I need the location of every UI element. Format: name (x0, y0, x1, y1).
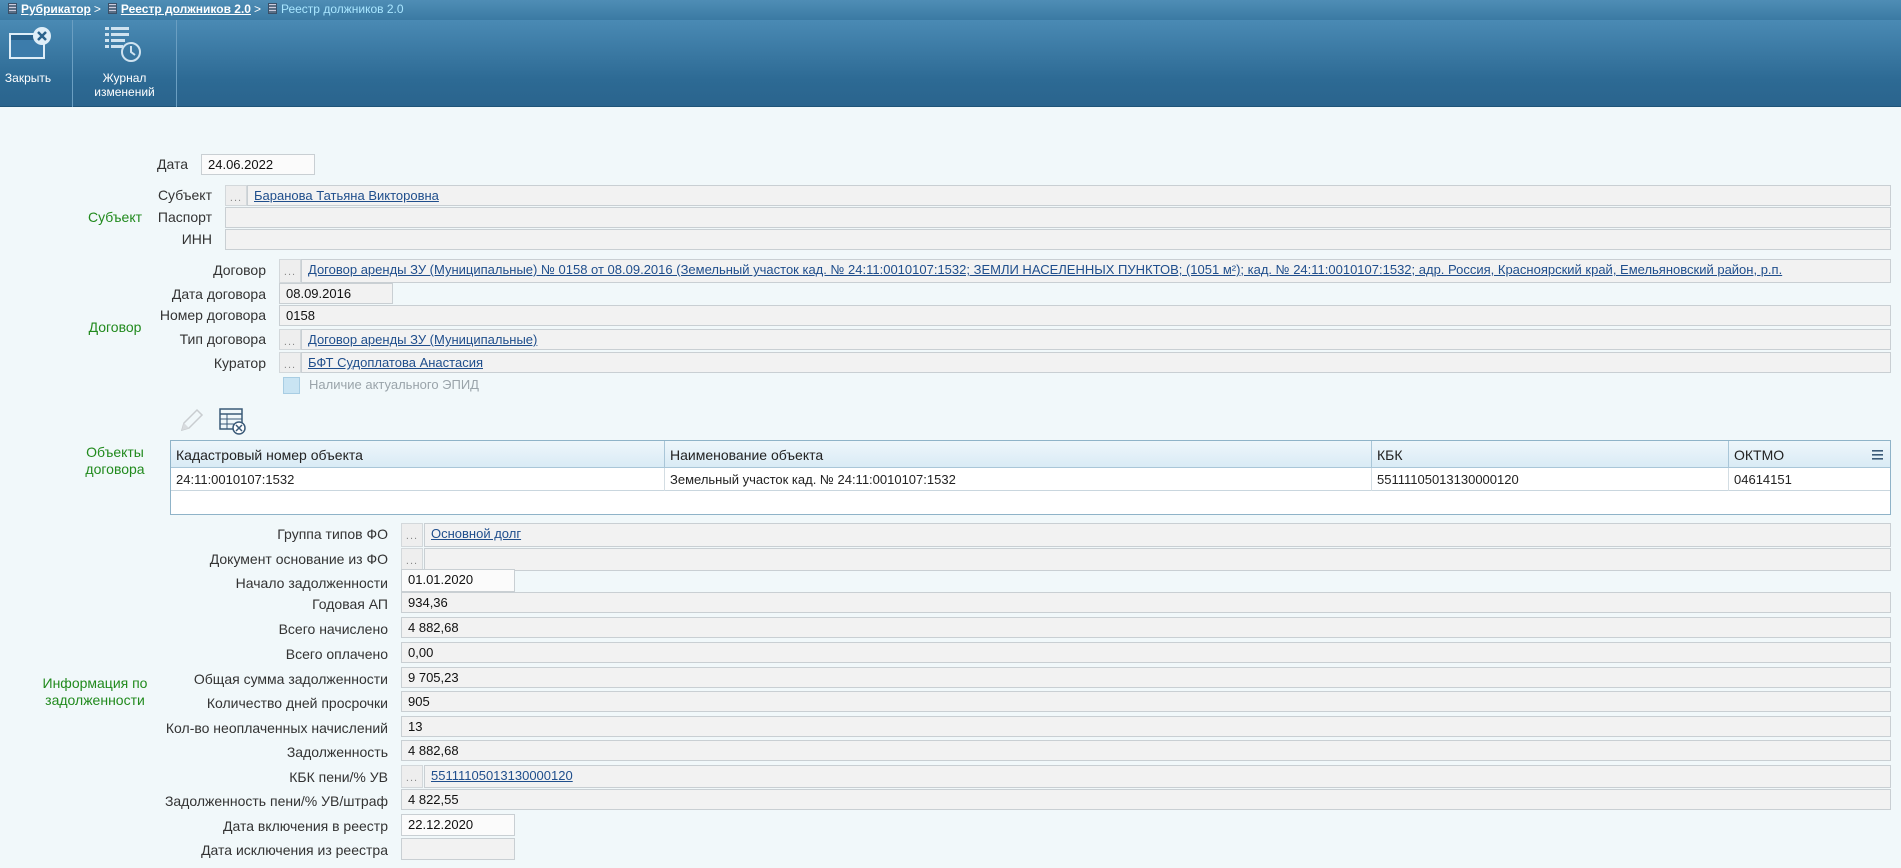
contract-number-label: Номер договора (159, 307, 266, 323)
epid-checkbox[interactable] (283, 377, 300, 394)
fo-group-label: Группа типов ФО (277, 526, 388, 542)
kbk-penalty-link[interactable]: 55111105013130000120 (431, 768, 573, 783)
subject-picker-button[interactable]: ... (225, 185, 247, 206)
delete-table-icon[interactable] (219, 408, 247, 436)
paid-label: Всего оплачено (285, 646, 388, 662)
subject-field[interactable]: Баранова Татьяна Викторовна (247, 185, 1891, 206)
objects-table: Кадастровый номер объекта Наименование о… (170, 440, 1891, 515)
cell-cadastral: 24:11:0010107:1532 (171, 468, 665, 491)
passport-label: Паспорт (157, 209, 212, 225)
epid-label: Наличие актуального ЭПИД (309, 377, 479, 392)
close-button[interactable]: Закрыть (0, 20, 72, 107)
change-log-label-2: изменений (94, 85, 155, 99)
column-header-kbk[interactable]: КБК (1372, 441, 1729, 468)
fo-doc-label: Документ основание из ФО (209, 551, 388, 567)
date-field[interactable]: 24.06.2022 (201, 154, 315, 175)
fo-group-link[interactable]: Основной долг (431, 526, 521, 541)
column-header-oktmo[interactable]: ОКТМО (1729, 441, 1890, 468)
column-header-cadastral[interactable]: Кадастровый номер объекта (171, 441, 665, 468)
breadcrumb-debtors-registry[interactable]: Реестр должников 2.0 (121, 2, 251, 16)
contract-type-label: Тип договора (179, 331, 266, 347)
fo-group-field[interactable]: Основной долг (424, 523, 1891, 547)
curator-field[interactable]: БФТ Судоплатова Анастасия (301, 352, 1891, 373)
breadcrumb-current: Реестр должников 2.0 (280, 2, 404, 16)
paid-field[interactable]: 0,00 (401, 642, 1891, 663)
contract-date-label: Дата договора (171, 286, 266, 302)
total-debt-field[interactable]: 9 705,23 (401, 667, 1891, 688)
exclude-date-field[interactable] (401, 838, 515, 860)
contract-type-picker-button[interactable]: ... (279, 329, 301, 350)
cell-object-name: Земельный участок кад. № 24:11:0010107:1… (665, 468, 1372, 491)
toolbar: Закрыть Журнал изменений (0, 20, 1901, 107)
document-icon (107, 3, 117, 14)
contract-type-field[interactable]: Договор аренды ЗУ (Муниципальные) (301, 329, 1891, 350)
debt-field[interactable]: 4 882,68 (401, 740, 1891, 761)
debt-label: Задолженность (286, 744, 388, 760)
contract-date-field[interactable]: 08.09.2016 (279, 283, 393, 304)
total-debt-label: Общая сумма задолженности (193, 671, 388, 687)
subject-link[interactable]: Баранова Татьяна Викторовна (254, 188, 439, 203)
objects-group-label: Объекты договора (60, 444, 170, 478)
inn-label: ИНН (181, 231, 212, 247)
breadcrumb-separator: > (93, 2, 101, 16)
debt-start-label: Начало задолженности (235, 575, 388, 591)
annual-ap-field[interactable]: 934,36 (401, 592, 1891, 613)
table-header: Кадастровый номер объекта Наименование о… (171, 441, 1890, 468)
breadcrumb-separator: > (253, 2, 261, 16)
penalty-debt-label: Задолженность пени/% УВ/штраф (164, 793, 388, 809)
passport-field[interactable] (225, 207, 1891, 228)
change-log-label-1: Журнал (102, 71, 147, 85)
kbk-penalty-picker-button[interactable]: ... (401, 765, 423, 788)
include-date-label: Дата включения в реестр (223, 818, 388, 834)
fo-doc-field[interactable] (424, 548, 1891, 571)
contract-number-field[interactable]: 0158 (279, 305, 1891, 326)
contract-label: Договор (213, 262, 266, 278)
debt-start-field[interactable]: 01.01.2020 (401, 569, 515, 592)
accrued-field[interactable]: 4 882,68 (401, 617, 1891, 638)
curator-link[interactable]: БФТ Судоплатова Анастасия (308, 355, 483, 370)
annual-ap-label: Годовая АП (312, 596, 388, 612)
fo-doc-picker-button[interactable]: ... (401, 548, 423, 571)
change-log-button[interactable]: Журнал изменений (73, 20, 176, 107)
breadcrumb-rubricator[interactable]: Рубрикатор (21, 2, 91, 16)
toolbar-divider (176, 20, 177, 107)
document-icon (267, 3, 277, 14)
objects-group-label-line1: Объекты (86, 444, 144, 460)
breadcrumb: Рубрикатор > Реестр должников 2.0 > Реестр д… (0, 0, 1901, 20)
include-date-field[interactable]: 22.12.2020 (401, 814, 515, 836)
date-label: Дата (156, 156, 188, 172)
overdue-days-label: Количество дней просрочки (206, 695, 388, 711)
objects-group-label-line2: договора (85, 461, 145, 477)
fo-group-picker-button[interactable]: ... (401, 523, 423, 547)
inn-field[interactable] (225, 229, 1891, 250)
unpaid-count-label: Кол-во неоплаченных начислений (165, 720, 388, 736)
column-header-object-name[interactable]: Наименование объекта (665, 441, 1372, 468)
unpaid-count-field[interactable]: 13 (401, 716, 1891, 737)
table-row[interactable]: 24:11:0010107:1532 Земельный участок кад… (171, 468, 1890, 491)
cell-oktmo: 04614151 (1734, 472, 1792, 487)
penalty-debt-field[interactable]: 4 822,55 (401, 789, 1891, 810)
curator-label: Куратор (213, 355, 266, 371)
contract-type-link[interactable]: Договор аренды ЗУ (Муниципальные) (308, 332, 537, 347)
curator-picker-button[interactable]: ... (279, 352, 301, 373)
close-button-label: Закрыть (4, 71, 52, 85)
column-menu-icon[interactable] (1871, 449, 1885, 461)
contract-picker-button[interactable]: ... (279, 259, 301, 283)
subject-label: Субъект (157, 187, 212, 203)
list-icon (8, 3, 17, 14)
edit-pencil-icon[interactable] (178, 408, 204, 434)
kbk-penalty-field[interactable]: 55111105013130000120 (424, 765, 1891, 788)
close-window-icon (9, 27, 51, 59)
cell-kbk: 55111105013130000120 (1372, 468, 1729, 491)
overdue-days-field[interactable]: 905 (401, 691, 1891, 712)
accrued-label: Всего начислено (278, 621, 388, 637)
contract-link[interactable]: Договор аренды ЗУ (Муниципальные) № 0158… (308, 262, 1782, 277)
journal-icon (105, 27, 141, 62)
contract-field[interactable]: Договор аренды ЗУ (Муниципальные) № 0158… (301, 259, 1891, 283)
exclude-date-label: Дата исключения из реестра (201, 842, 388, 858)
kbk-penalty-label: КБК пени/% УВ (289, 769, 388, 785)
